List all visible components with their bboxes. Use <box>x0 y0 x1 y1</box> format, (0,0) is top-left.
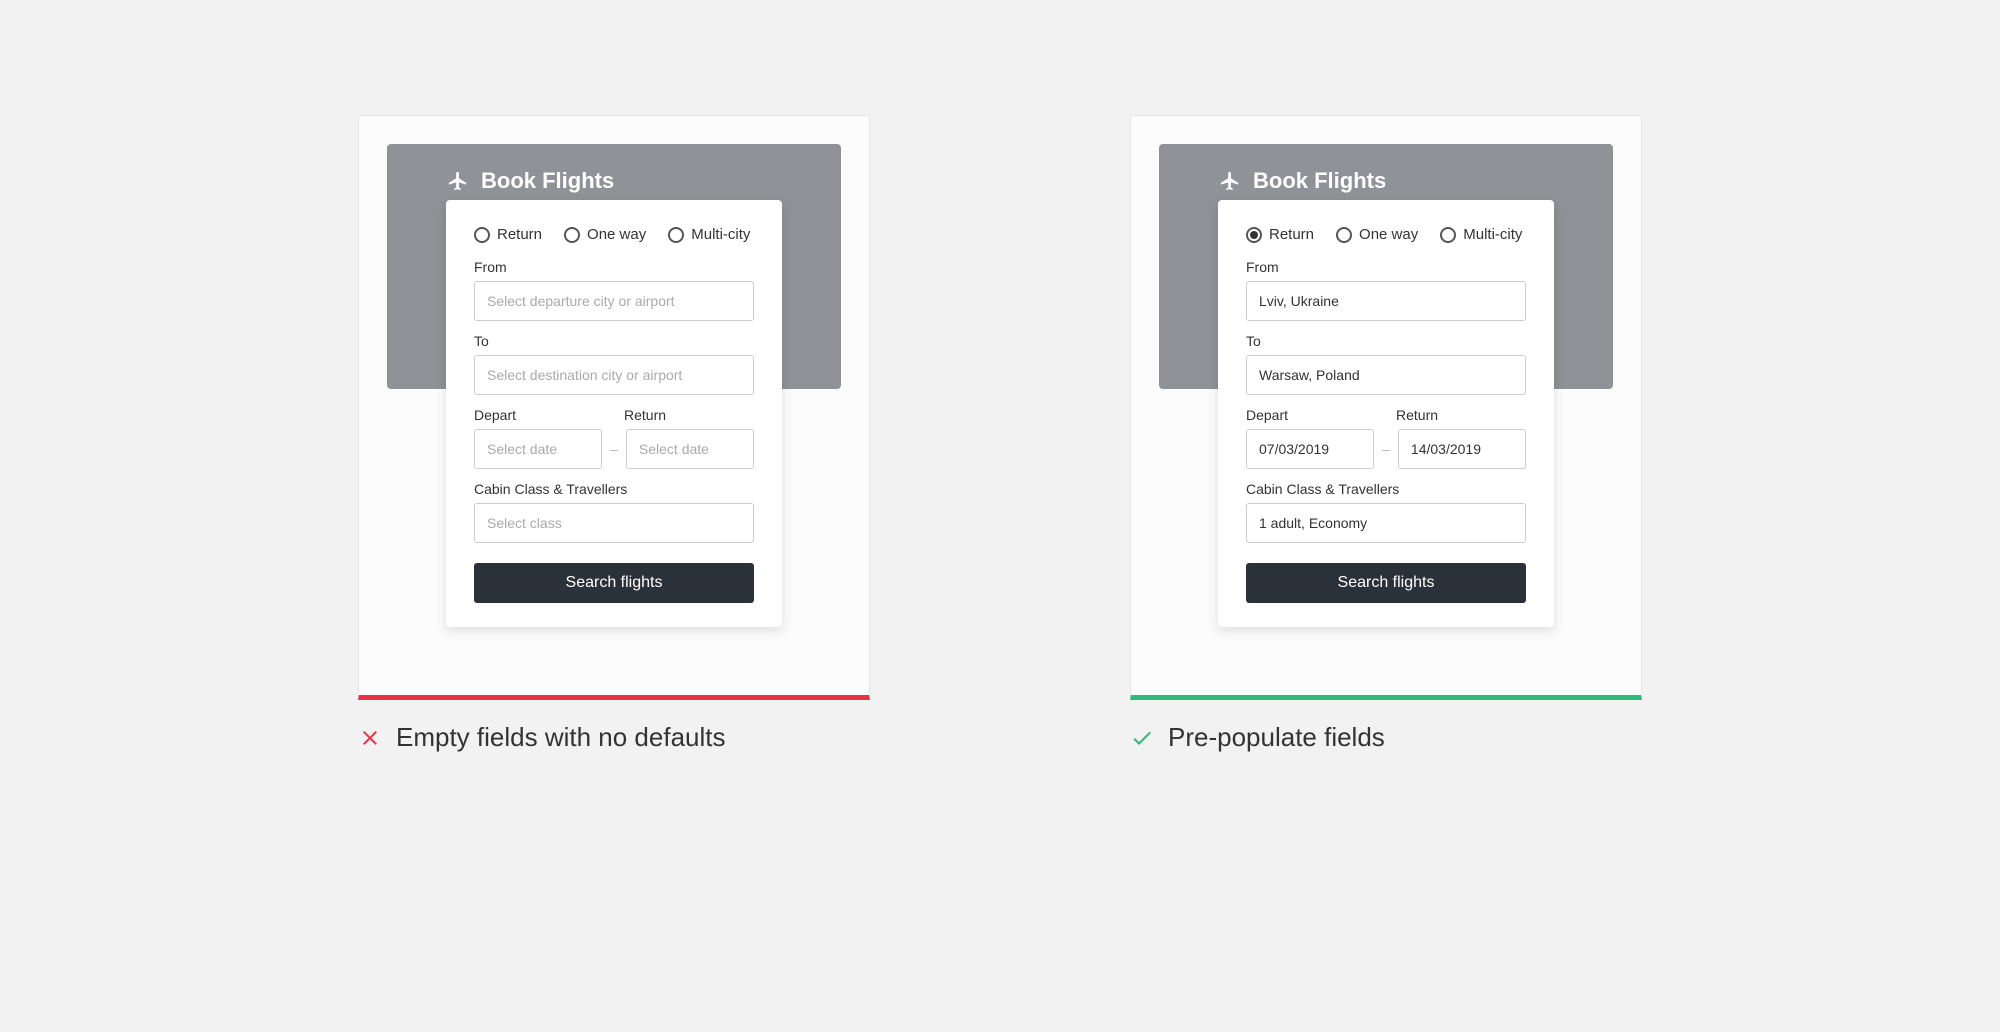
radio-icon <box>564 227 580 243</box>
return-label: Return <box>624 407 754 423</box>
good-example: Book Flights Return One way Multi-city F… <box>1130 115 1642 753</box>
plane-icon <box>447 170 469 192</box>
to-input[interactable] <box>1246 355 1526 395</box>
radio-oneway[interactable]: One way <box>564 226 646 243</box>
search-flights-button[interactable]: Search flights <box>474 563 754 603</box>
widget-title: Book Flights <box>481 168 614 194</box>
checkmark-icon <box>1130 726 1154 750</box>
good-caption: Pre-populate fields <box>1130 722 1642 753</box>
radio-return[interactable]: Return <box>1246 226 1314 243</box>
radio-icon <box>1246 227 1262 243</box>
date-dash: – <box>610 441 618 457</box>
trip-type-radios: Return One way Multi-city <box>1246 226 1526 243</box>
depart-input[interactable] <box>1246 429 1374 469</box>
trip-type-radios: Return One way Multi-city <box>474 226 754 243</box>
good-caption-text: Pre-populate fields <box>1168 722 1385 753</box>
widget-title: Book Flights <box>1253 168 1386 194</box>
radio-return-label: Return <box>1269 226 1314 243</box>
from-label: From <box>474 259 754 275</box>
good-panel: Book Flights Return One way Multi-city F… <box>1130 115 1642 700</box>
radio-multicity[interactable]: Multi-city <box>668 226 750 243</box>
from-label: From <box>1246 259 1526 275</box>
radio-oneway[interactable]: One way <box>1336 226 1418 243</box>
radio-multicity-label: Multi-city <box>691 226 750 243</box>
bad-panel: Book Flights Return One way Multi-city F… <box>358 115 870 700</box>
radio-oneway-label: One way <box>1359 226 1418 243</box>
depart-input[interactable] <box>474 429 602 469</box>
search-flights-button[interactable]: Search flights <box>1246 563 1526 603</box>
bad-caption: Empty fields with no defaults <box>358 722 870 753</box>
cabin-input[interactable] <box>474 503 754 543</box>
radio-icon <box>1336 227 1352 243</box>
widget-title-row: Book Flights <box>447 168 781 194</box>
to-input[interactable] <box>474 355 754 395</box>
from-input[interactable] <box>1246 281 1526 321</box>
radio-multicity-label: Multi-city <box>1463 226 1522 243</box>
from-input[interactable] <box>474 281 754 321</box>
return-input[interactable] <box>1398 429 1526 469</box>
cabin-label: Cabin Class & Travellers <box>1246 481 1526 497</box>
radio-icon <box>474 227 490 243</box>
radio-oneway-label: One way <box>587 226 646 243</box>
to-label: To <box>1246 333 1526 349</box>
cross-icon <box>358 726 382 750</box>
depart-label: Depart <box>1246 407 1376 423</box>
return-label: Return <box>1396 407 1526 423</box>
radio-return[interactable]: Return <box>474 226 542 243</box>
radio-return-label: Return <box>497 226 542 243</box>
bad-example: Book Flights Return One way Multi-city F… <box>358 115 870 753</box>
radio-multicity[interactable]: Multi-city <box>1440 226 1522 243</box>
booking-card: Return One way Multi-city From To Depart… <box>446 200 782 627</box>
date-dash: – <box>1382 441 1390 457</box>
to-label: To <box>474 333 754 349</box>
radio-icon <box>1440 227 1456 243</box>
widget-header: Book Flights Return One way Multi-city F… <box>1159 144 1613 389</box>
bad-caption-text: Empty fields with no defaults <box>396 722 726 753</box>
widget-header: Book Flights Return One way Multi-city F… <box>387 144 841 389</box>
cabin-input[interactable] <box>1246 503 1526 543</box>
depart-label: Depart <box>474 407 604 423</box>
return-input[interactable] <box>626 429 754 469</box>
widget-title-row: Book Flights <box>1219 168 1553 194</box>
radio-icon <box>668 227 684 243</box>
booking-card: Return One way Multi-city From To Depart… <box>1218 200 1554 627</box>
cabin-label: Cabin Class & Travellers <box>474 481 754 497</box>
plane-icon <box>1219 170 1241 192</box>
